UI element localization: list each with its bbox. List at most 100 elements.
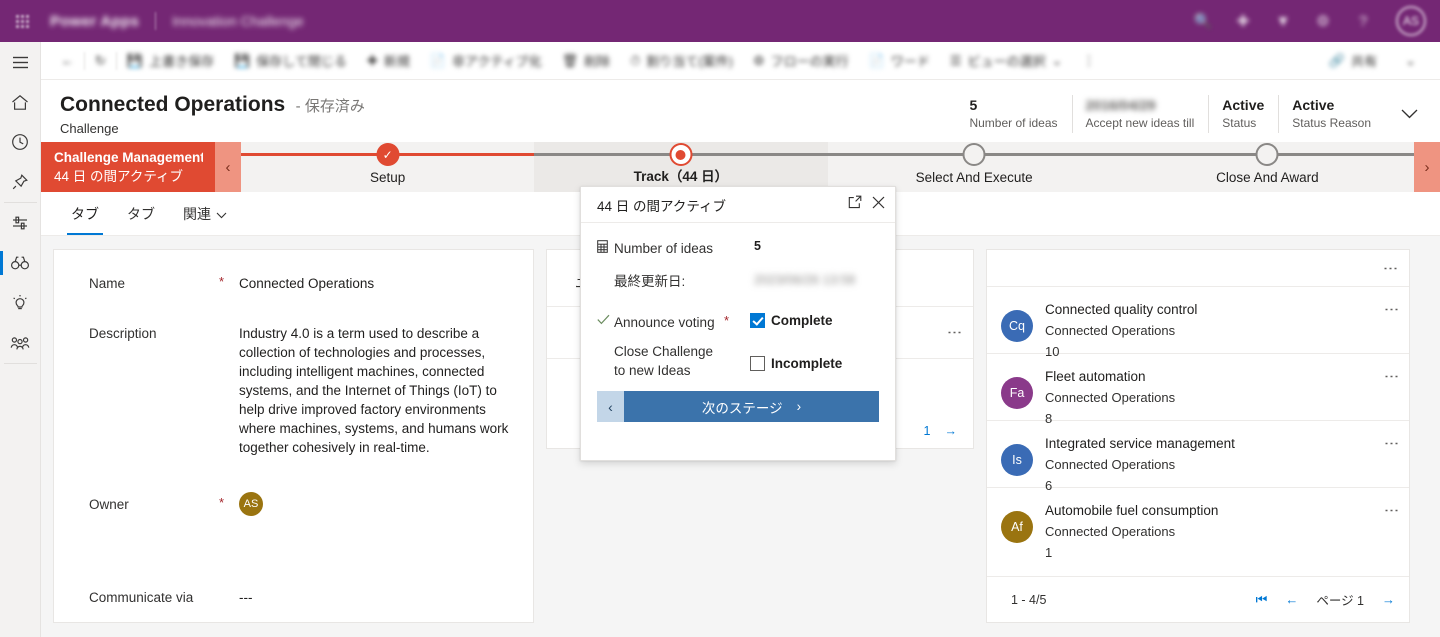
command-deactivate[interactable]: 📄 非アクティブ化 [420, 42, 552, 80]
hamburger-icon[interactable] [0, 42, 41, 82]
flyout-field-number-of-ideas[interactable]: Number of ideas 5 [581, 239, 895, 258]
open-in-new-window-icon[interactable] [848, 195, 862, 214]
field-owner[interactable]: Owner * AS [54, 492, 533, 516]
command-share-chevron[interactable]: ⌄ [1395, 42, 1426, 80]
field-name[interactable]: Name * Connected Operations [54, 274, 533, 293]
command-bar-right: 🔗 共有 ⌄ [1319, 42, 1440, 80]
sidebar-item-pinned[interactable] [0, 162, 41, 202]
arrow-left-icon[interactable]: ← [1285, 592, 1298, 607]
list-item-title: Connected quality control [1045, 302, 1198, 317]
chevron-down-icon: ⌄ [1051, 52, 1063, 68]
view-icon: ☰ [949, 52, 962, 68]
list-item[interactable]: Cq Connected quality control Connected O… [987, 286, 1409, 359]
header-field-accept-new-ideas-till[interactable]: 2016/04/29 Accept new ideas till [1071, 91, 1209, 137]
flyout-body: Number of ideas 5 最終更新日: 2023/06/26 13:5… [581, 223, 895, 380]
gear-icon[interactable]: ⚙ [1312, 10, 1334, 32]
page-title: Connected Operations [60, 93, 286, 116]
search-icon[interactable]: 🔍 [1192, 10, 1214, 32]
more-vertical-icon[interactable]: ⋮ [946, 325, 963, 340]
command-view[interactable]: ☰ ビューの選択 ⌄ [940, 42, 1073, 80]
bpf-stage-select-and-execute[interactable]: Select And Execute [827, 142, 1121, 192]
command-share[interactable]: 🔗 共有 [1319, 42, 1387, 80]
related-ideas-card: ⋮ Cq Connected quality control Connected… [986, 249, 1410, 623]
command-back[interactable]: ← [51, 42, 84, 80]
command-refresh[interactable]: ↻ [85, 42, 116, 80]
avatar: Is [1001, 444, 1033, 476]
more-vertical-icon[interactable]: ⋮ [1383, 499, 1400, 518]
command-new[interactable]: ✚ 新規 [357, 42, 420, 80]
header-expand-button[interactable] [1385, 91, 1432, 137]
command-save[interactable]: 💾 上書き保存 [117, 42, 224, 80]
bpf-stage-label: Track（44 日） [633, 169, 729, 184]
close-icon[interactable] [872, 196, 885, 214]
sidebar-item-ideas[interactable] [0, 283, 41, 323]
bpf-stage-track[interactable]: Track（44 日） [534, 142, 828, 192]
flyout-field-close-challenge[interactable]: Close Challenge to new Ideas Incomplete [581, 342, 895, 380]
page-number-label: ページ 1 [1316, 594, 1364, 608]
checkbox-box [750, 313, 765, 328]
avatar[interactable]: AS [1396, 6, 1426, 36]
sidebar-item-groups[interactable] [0, 323, 41, 363]
back-arrow-icon: ← [61, 53, 74, 68]
sidebar-item-filter[interactable] [0, 203, 41, 243]
app-launcher-icon[interactable] [0, 0, 44, 42]
record-header: Connected Operations - 保存済み Challenge 5 … [41, 80, 1440, 142]
word-icon: 📄 [868, 52, 885, 68]
help-icon[interactable]: ? [1352, 10, 1374, 32]
brand-label[interactable]: Power Apps [50, 13, 139, 30]
command-flow[interactable]: ⚙ フローの実行 [743, 42, 859, 80]
checkbox-label: Incomplete [771, 356, 843, 371]
page-first-icon[interactable]: ⏮ [1256, 592, 1268, 608]
arrow-right-icon[interactable]: → [945, 424, 958, 438]
list-item[interactable]: Is Integrated service management Connect… [987, 420, 1409, 493]
sidebar-item-recent[interactable] [0, 122, 41, 162]
complete-checkbox[interactable]: Complete [750, 313, 833, 328]
sidebar-item-home[interactable] [0, 82, 41, 122]
command-delete[interactable]: 🗑 削除 [552, 42, 621, 80]
field-description[interactable]: Description Industry 4.0 is a term used … [54, 324, 533, 457]
header-field-status[interactable]: Active Status [1208, 91, 1278, 137]
header-field-number-of-ideas[interactable]: 5 Number of ideas [955, 91, 1071, 137]
sidebar-item-challenges[interactable] [0, 243, 41, 283]
tab-2[interactable]: タブ [115, 192, 167, 235]
command-assign-label: 割り当て(案件) [646, 54, 733, 69]
bpf-process-name: Challenge Management ... [54, 150, 203, 165]
flyout-field-announce-voting[interactable]: Announce voting * Complete [581, 313, 895, 332]
bpf-stage-setup[interactable]: ✓ Setup [241, 142, 535, 192]
tab-related[interactable]: 関連 [171, 192, 239, 235]
arrow-right-icon[interactable]: → [1382, 592, 1395, 607]
more-vertical-icon[interactable]: ⋮ [1383, 298, 1400, 317]
owner-avatar[interactable]: AS [239, 492, 263, 516]
field-label: Owner [89, 497, 129, 512]
command-assign[interactable]: ⏱ 割り当て(案件) [620, 42, 743, 80]
flow-icon: ⚙ [752, 52, 765, 68]
bpf-previous-button[interactable]: ‹ [215, 142, 241, 192]
incomplete-checkbox[interactable]: Incomplete [750, 356, 842, 371]
bpf-next-button[interactable]: › [1414, 142, 1440, 192]
next-stage-button[interactable]: 次のステージ › [624, 391, 879, 422]
command-word[interactable]: 📄 ワード [859, 42, 940, 80]
more-vertical-icon[interactable]: ⋮ [1382, 261, 1399, 276]
command-save-label: 上書き保存 [149, 54, 215, 69]
list-item-subtitle: Connected Operations [1045, 524, 1176, 539]
tab-1[interactable]: タブ [59, 192, 111, 235]
field-communicate-via[interactable]: Communicate via --- [54, 588, 533, 607]
list-item[interactable]: Fa Fleet automation Connected Operations… [987, 353, 1409, 426]
previous-stage-button[interactable]: ‹ [597, 391, 624, 422]
command-save-close[interactable]: 💾 保存して閉じる [224, 42, 357, 80]
header-field-label: Status Reason [1292, 116, 1371, 130]
filter-icon[interactable]: ▼ [1272, 10, 1294, 32]
bpf-active-process[interactable]: Challenge Management ... 44 日 の間アクティブ [41, 142, 215, 192]
chevron-down-icon: ⌄ [1405, 52, 1416, 68]
bpf-stage-close-and-award[interactable]: Close And Award [1120, 142, 1414, 192]
tab-label: タブ [127, 205, 155, 222]
spacer-icon [597, 272, 614, 273]
command-overflow[interactable]: ⋮ [1072, 42, 1105, 80]
more-vertical-icon[interactable]: ⋮ [1383, 432, 1400, 451]
bpf-stage-node [1255, 143, 1279, 166]
header-field-status-reason[interactable]: Active Status Reason [1278, 91, 1385, 137]
app-name-label[interactable]: Innovation Challenge [172, 13, 304, 29]
more-vertical-icon[interactable]: ⋮ [1383, 365, 1400, 384]
list-item[interactable]: Af Automobile fuel consumption Connected… [987, 487, 1409, 560]
plus-icon[interactable]: ✚ [1232, 10, 1254, 32]
